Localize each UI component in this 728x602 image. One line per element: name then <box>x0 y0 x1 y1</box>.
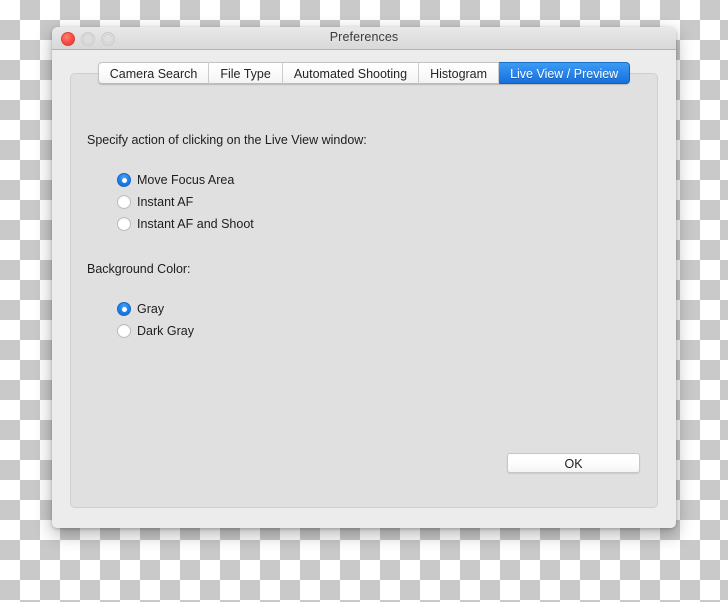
radio-label-dark-gray: Dark Gray <box>137 324 194 338</box>
preferences-panel: Specify action of clicking on the Live V… <box>70 73 658 508</box>
radio-option-dark-gray[interactable]: Dark Gray <box>117 322 194 340</box>
desktop-backdrop: Preferences Camera Search File Type Auto… <box>0 0 728 602</box>
radio-indicator-unselected[interactable] <box>117 195 131 209</box>
live-view-section-label: Specify action of clicking on the Live V… <box>87 133 367 147</box>
background-color-section-label: Background Color: <box>87 262 191 276</box>
tab-bar: Camera Search File Type Automated Shooti… <box>52 62 676 84</box>
radio-option-move-focus-area[interactable]: Move Focus Area <box>117 171 234 189</box>
radio-indicator-selected[interactable] <box>117 302 131 316</box>
tab-file-type[interactable]: File Type <box>209 62 283 84</box>
radio-option-instant-af-and-shoot[interactable]: Instant AF and Shoot <box>117 215 254 233</box>
radio-label-gray: Gray <box>137 302 165 316</box>
tab-automated-shooting[interactable]: Automated Shooting <box>282 62 420 84</box>
ok-button[interactable]: OK <box>507 453 640 473</box>
radio-option-gray[interactable]: Gray <box>117 300 164 318</box>
tab-histogram[interactable]: Histogram <box>419 62 500 84</box>
window-titlebar[interactable]: Preferences <box>52 27 676 50</box>
radio-option-instant-af[interactable]: Instant AF <box>117 193 193 211</box>
radio-indicator-selected[interactable] <box>117 173 131 187</box>
tab-live-view-preview[interactable]: Live View / Preview <box>499 62 631 84</box>
radio-indicator-unselected[interactable] <box>117 324 131 338</box>
window-title: Preferences <box>329 30 399 44</box>
radio-label-move-focus-area: Move Focus Area <box>137 173 235 187</box>
tab-group: Camera Search File Type Automated Shooti… <box>97 62 631 84</box>
radio-label-instant-af: Instant AF <box>137 195 194 209</box>
tab-camera-search[interactable]: Camera Search <box>97 62 210 84</box>
preferences-window: Preferences Camera Search File Type Auto… <box>52 27 676 528</box>
radio-label-instant-af-and-shoot: Instant AF and Shoot <box>137 217 254 231</box>
radio-indicator-unselected[interactable] <box>117 217 131 231</box>
